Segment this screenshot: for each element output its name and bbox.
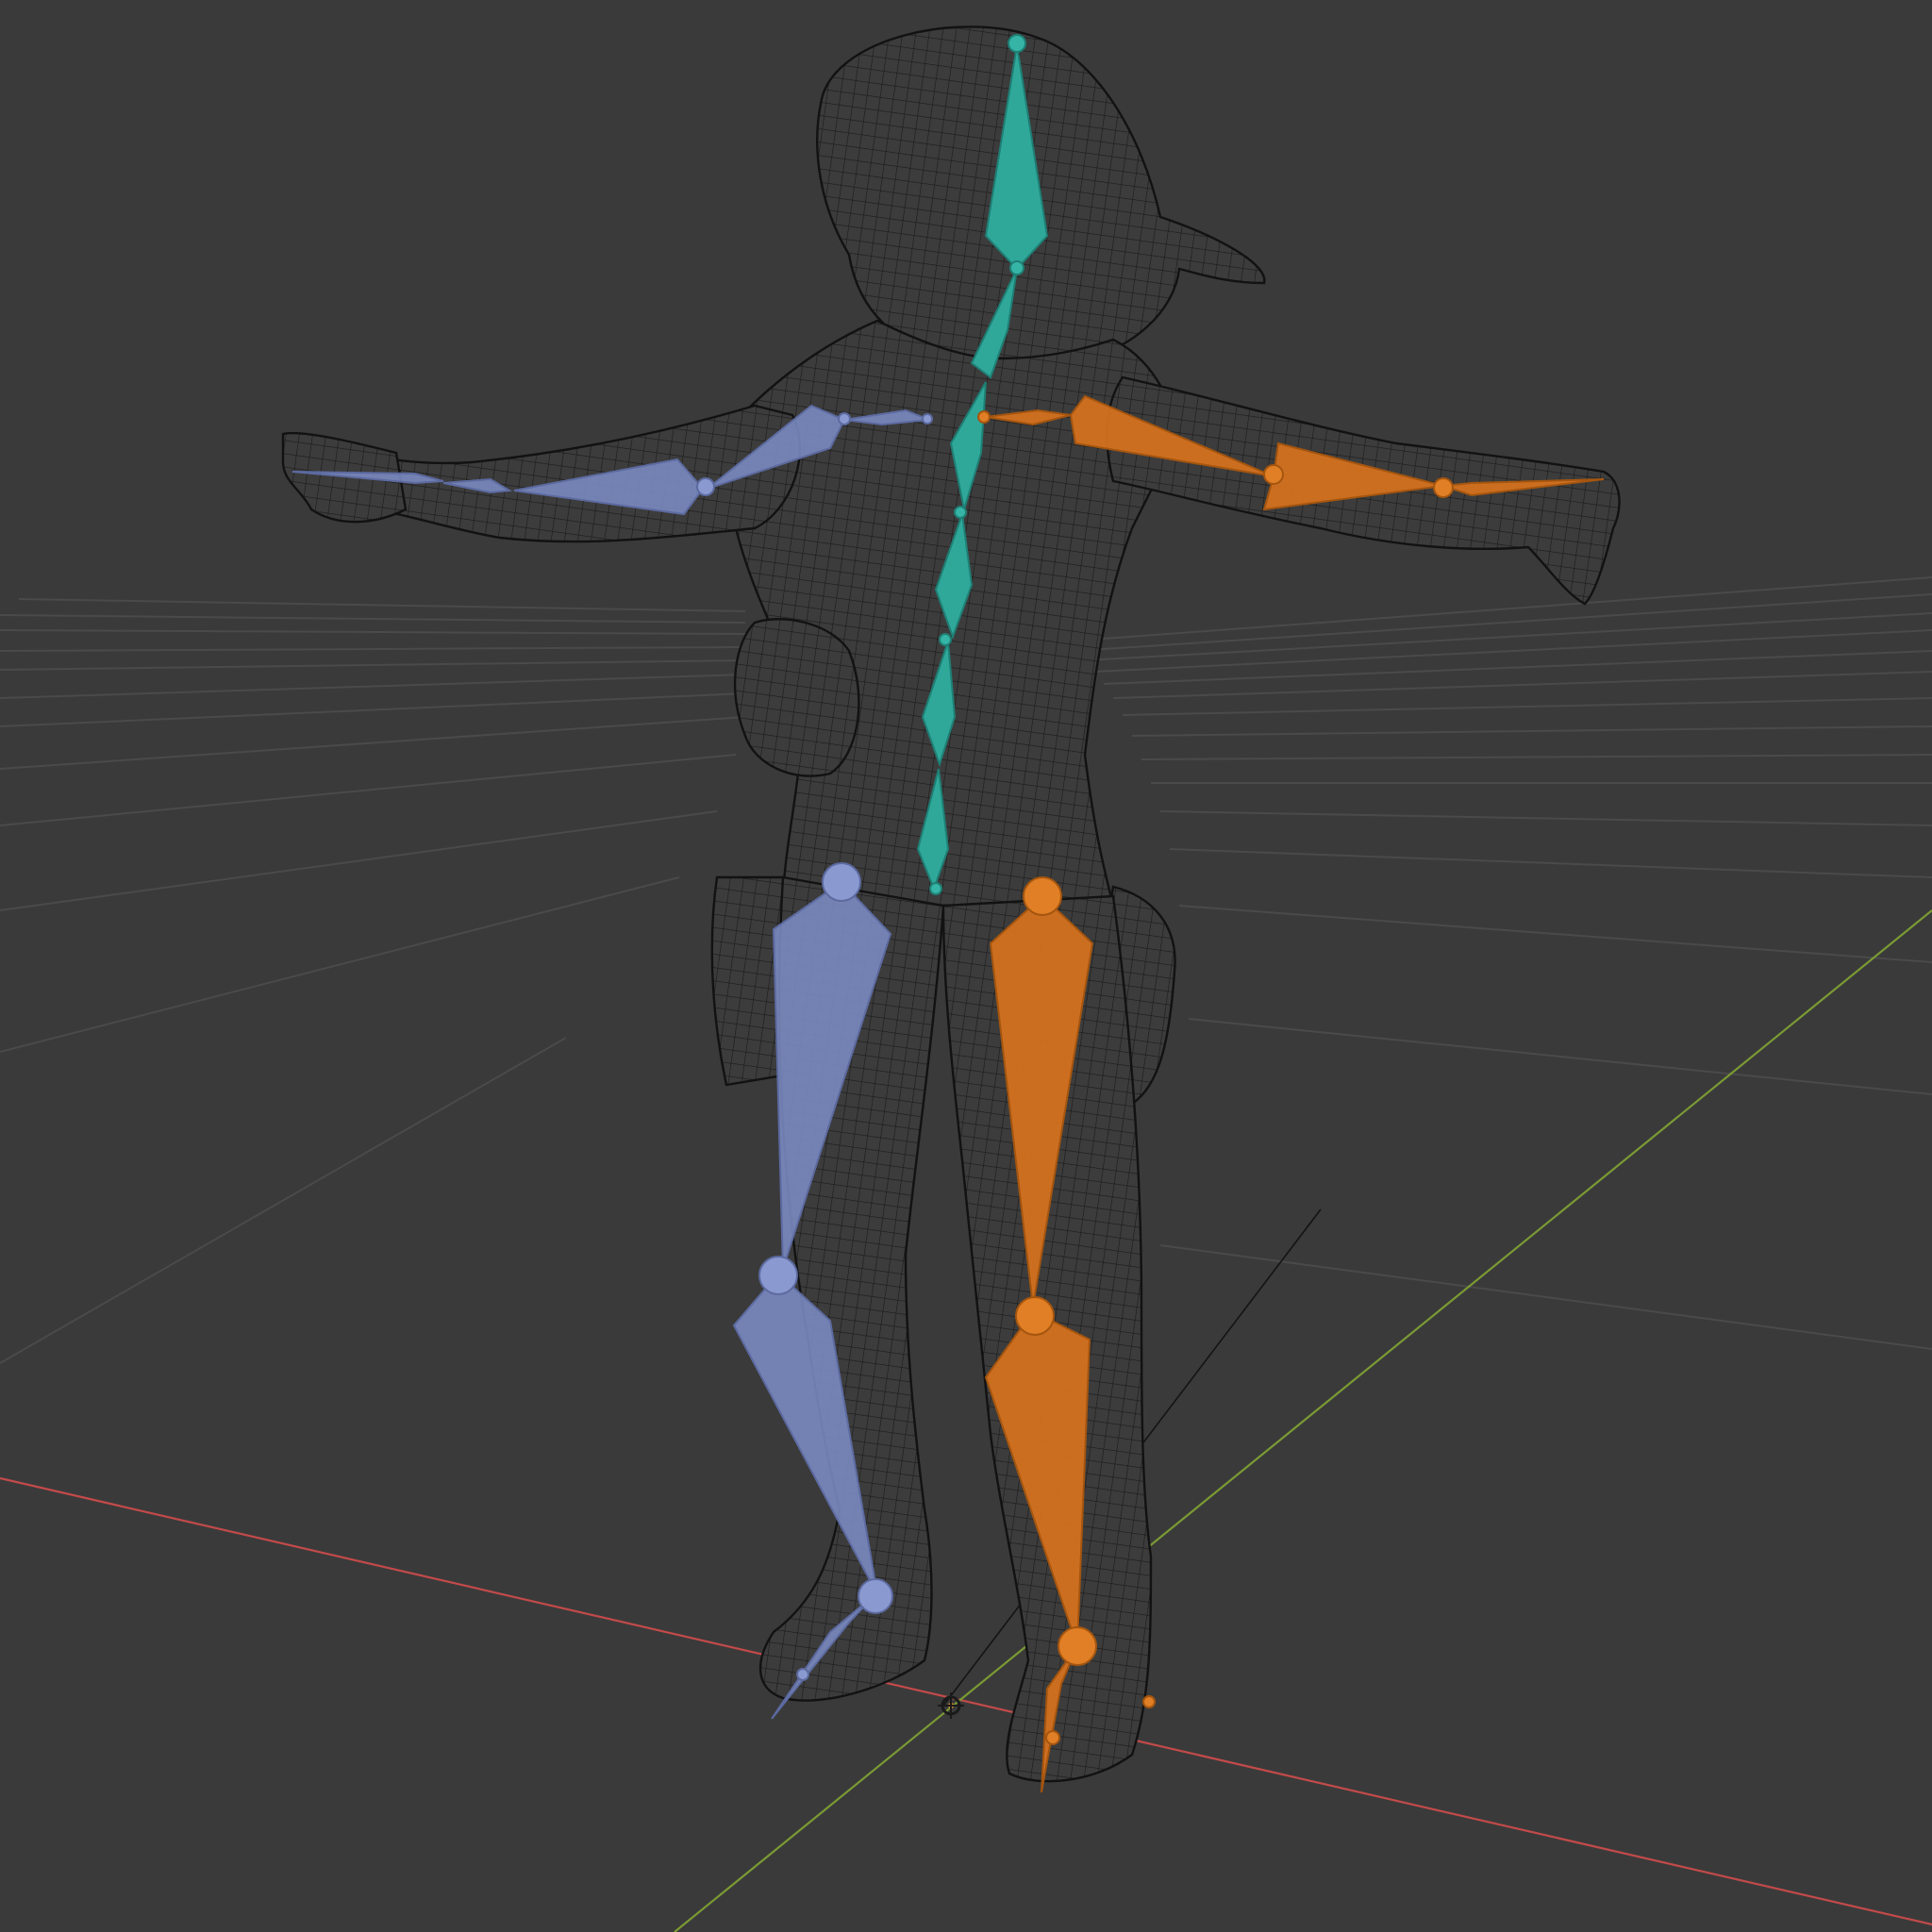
joint-ankle-right[interactable] xyxy=(1058,1626,1097,1666)
joint-neck[interactable] xyxy=(1009,260,1024,275)
joint-clavicle-left[interactable] xyxy=(922,413,933,425)
joint-ankle-left[interactable] xyxy=(858,1578,893,1614)
joint-elbow-left[interactable] xyxy=(696,477,715,496)
joint-head-tip[interactable] xyxy=(1008,34,1026,53)
joint-toe-right[interactable] xyxy=(1045,1730,1060,1745)
3d-viewport[interactable] xyxy=(0,0,1932,1932)
joint-hip-right[interactable] xyxy=(1023,876,1062,916)
joint-knee-left[interactable] xyxy=(758,1256,798,1295)
joint-hip-left[interactable] xyxy=(822,862,861,902)
joint-shoulder-left[interactable] xyxy=(838,412,851,425)
joint-chest[interactable] xyxy=(954,506,967,519)
joint-elbow-right[interactable] xyxy=(1263,464,1284,485)
joint-heel-right[interactable] xyxy=(1142,1695,1156,1708)
joint-wrist-right[interactable] xyxy=(1433,477,1454,498)
joint-knee-right[interactable] xyxy=(1015,1296,1055,1336)
joint-spine[interactable] xyxy=(939,633,952,646)
joint-hips[interactable] xyxy=(929,882,942,895)
joint-toe-left[interactable] xyxy=(796,1668,809,1681)
joint-shoulder-right[interactable] xyxy=(977,410,991,424)
mesh-pouch xyxy=(733,618,860,777)
